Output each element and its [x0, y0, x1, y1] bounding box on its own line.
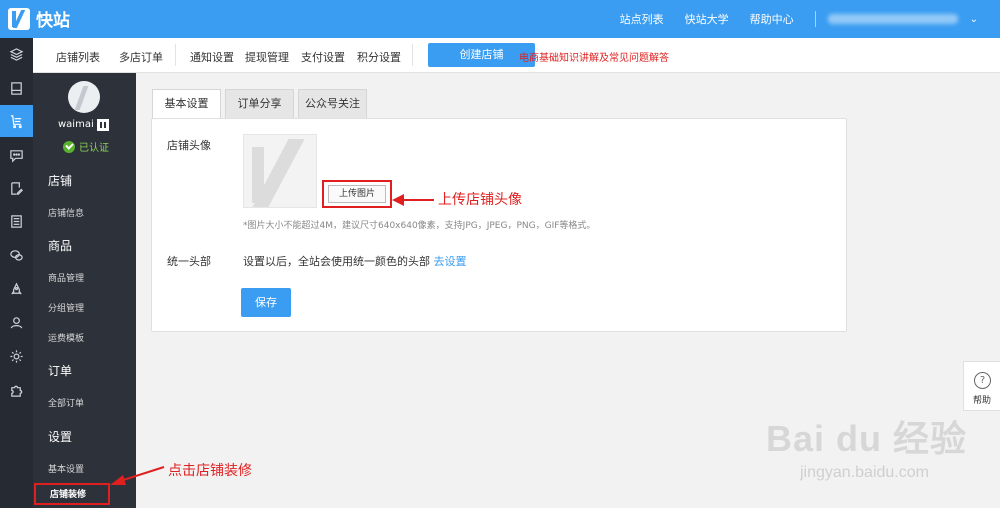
secondary-nav: 店铺列表 多店订单 通知设置 提现管理 支付设置 积分设置 创建店铺 电商基础知… — [33, 38, 1000, 73]
subnav-payment[interactable]: 支付设置 — [301, 49, 345, 65]
store-avatar — [68, 81, 100, 113]
tab-order-share[interactable]: 订单分享 — [225, 89, 294, 119]
watermark-url: jingyan.baidu.com — [800, 464, 929, 481]
baidu-watermark: Bai du 经验 jingyan.baidu.com — [760, 400, 1000, 508]
sidebar-item-all-orders[interactable]: 全部订单 — [48, 396, 84, 409]
subnav-withdraw[interactable]: 提现管理 — [245, 49, 289, 65]
sidebar-item-product-mgmt[interactable]: 商品管理 — [48, 271, 84, 284]
annotation-upload: 上传店铺头像 — [438, 192, 522, 208]
kuaizhan-logo-icon — [8, 7, 30, 30]
sidebar-item-store-decoration[interactable]: 店铺装修 — [34, 483, 110, 505]
go-settings-link[interactable]: 去设置 — [434, 255, 467, 268]
app-name: 快站 — [36, 11, 70, 31]
annotation-arrow-upload — [392, 194, 434, 206]
top-links: 站点列表 快站大学 帮助中心 ⌄ — [620, 0, 1000, 38]
top-divider — [814, 11, 816, 27]
header-text: 设置以后，全站会使用统一颜色的头部 — [243, 255, 430, 268]
save-button[interactable]: 保存 — [241, 288, 291, 317]
tab-basic-settings[interactable]: 基本设置 — [152, 89, 221, 119]
sidebar-group-settings: 设置 — [48, 430, 73, 444]
upload-highlight: 上传图片 — [322, 180, 392, 208]
top-link-university[interactable]: 快站大学 — [685, 11, 729, 27]
store-icon[interactable] — [0, 72, 33, 104]
user-account-blurred[interactable] — [827, 14, 958, 24]
avatar-preview — [243, 134, 317, 208]
top-link-site-list[interactable]: 站点列表 — [620, 11, 664, 27]
basic-settings-panel: 店铺头像 上传图片 *图片大小不能超过4M，建议尺寸640x640像素，支持JP… — [151, 118, 847, 332]
gear-icon[interactable] — [0, 340, 33, 372]
verified-badge: 已认证 — [63, 139, 109, 154]
cart-icon[interactable] — [0, 105, 33, 137]
top-bar: 快站 站点列表 快站大学 帮助中心 ⌄ — [0, 0, 1000, 38]
chevron-down-icon[interactable]: ⌄ — [970, 14, 978, 25]
user-icon[interactable] — [0, 306, 33, 338]
check-circle-icon — [63, 140, 75, 153]
edit-doc-icon[interactable] — [0, 172, 33, 204]
sidebar-item-group-mgmt[interactable]: 分组管理 — [48, 301, 84, 314]
header-label: 统一头部 — [167, 255, 211, 268]
store-name: waimai — [58, 119, 94, 130]
chat-icon[interactable] — [0, 139, 33, 171]
subnav-divider — [412, 44, 413, 66]
subnav-store-list[interactable]: 店铺列表 — [56, 49, 100, 65]
header-description: 设置以后，全站会使用统一颜色的头部 去设置 — [243, 253, 467, 269]
tab-official-account[interactable]: 公众号关注 — [298, 89, 367, 119]
list-icon[interactable] — [0, 205, 33, 237]
help-widget[interactable]: ? 帮助 — [963, 361, 1000, 411]
sidebar-group-products: 商品 — [48, 239, 73, 253]
sidebar-group-store: 店铺 — [48, 174, 73, 188]
sidebar-item-store-info[interactable]: 店铺信息 — [48, 206, 84, 219]
icon-rail — [0, 38, 33, 508]
subnav-divider — [175, 44, 176, 66]
annotation-arrow-decorate — [110, 466, 165, 485]
help-icon: ? — [974, 372, 991, 389]
sidebar-group-orders: 订单 — [48, 364, 73, 378]
rocket-icon[interactable] — [0, 273, 33, 305]
help-label: 帮助 — [973, 396, 992, 406]
puzzle-icon[interactable] — [0, 374, 33, 406]
store-sidebar: waimai 已认证 店铺 店铺信息 商品 商品管理 分组管理 运费模板 订单 … — [33, 73, 136, 508]
promo-link[interactable]: 电商基础知识讲解及常见问题解答 — [519, 49, 669, 64]
sidebar-item-basic-settings[interactable]: 基本设置 — [48, 462, 84, 475]
subnav-notify-settings[interactable]: 通知设置 — [190, 49, 234, 65]
qrcode-icon[interactable] — [96, 118, 110, 132]
app-logo[interactable]: 快站 — [8, 6, 70, 31]
upload-image-button[interactable]: 上传图片 — [328, 185, 386, 203]
subnav-points[interactable]: 积分设置 — [357, 49, 401, 65]
watermark-logo: Bai du 经验 — [766, 418, 968, 459]
upload-hint: *图片大小不能超过4M，建议尺寸640x640像素，支持JPG，JPEG，PNG… — [243, 221, 596, 231]
wechat-icon[interactable] — [0, 239, 33, 271]
annotation-decorate: 点击店铺装修 — [168, 463, 252, 479]
subnav-multi-store-orders[interactable]: 多店订单 — [119, 49, 163, 65]
layers-icon[interactable] — [0, 38, 33, 70]
sidebar-item-shipping-template[interactable]: 运费模板 — [48, 331, 84, 344]
top-link-help-center[interactable]: 帮助中心 — [750, 11, 794, 27]
verified-label: 已认证 — [79, 143, 109, 154]
avatar-label: 店铺头像 — [167, 139, 211, 152]
